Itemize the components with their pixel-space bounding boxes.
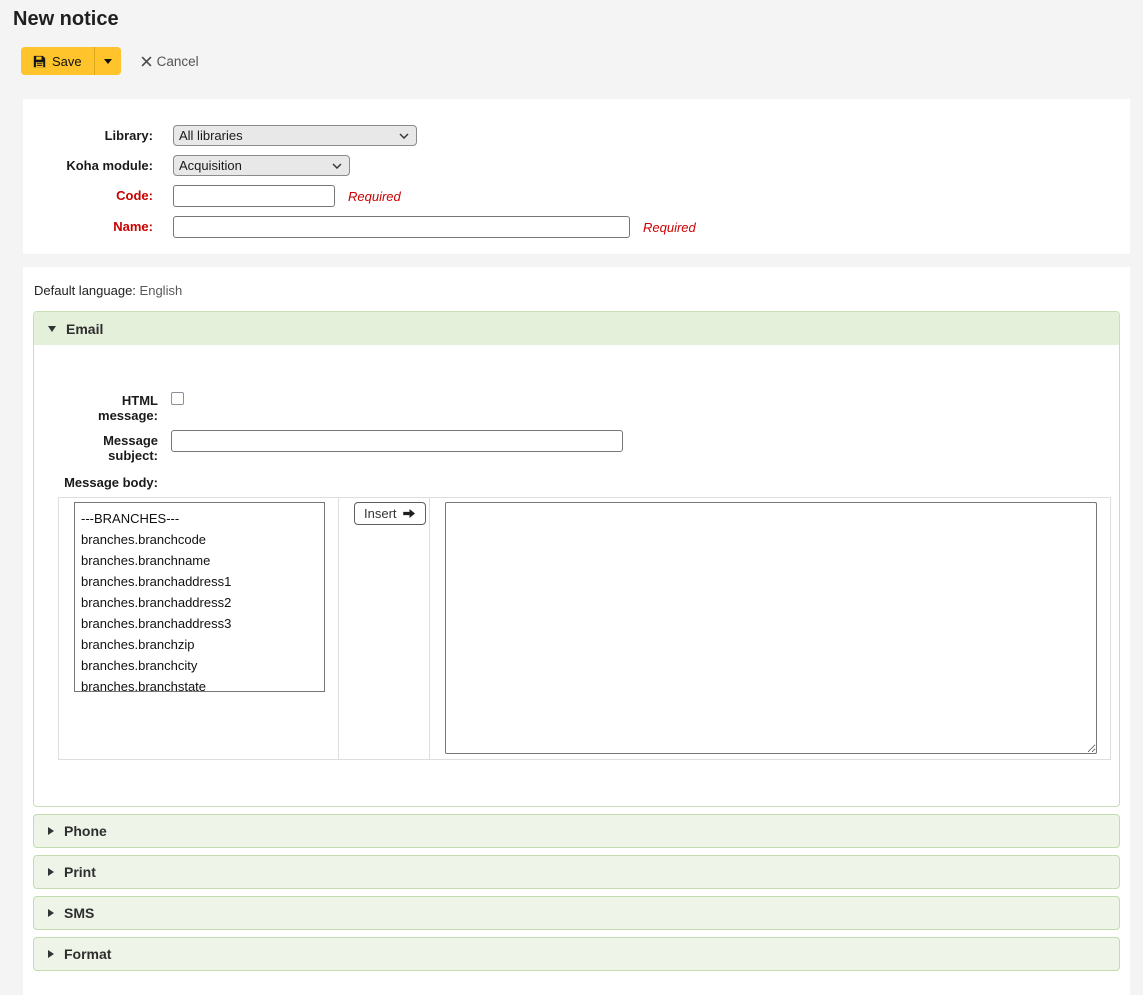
print-accordion-header[interactable]: Print <box>33 855 1120 889</box>
name-label: Name: <box>46 216 153 234</box>
module-label: Koha module: <box>46 155 153 173</box>
message-body-label-row: Message body: <box>60 472 1119 490</box>
field-option[interactable]: branches.branchaddress3 <box>75 613 324 634</box>
html-message-checkbox[interactable] <box>171 392 184 405</box>
module-select-value: Acquisition <box>179 158 242 173</box>
field-option[interactable]: branches.branchzip <box>75 634 324 655</box>
html-message-row: HTML message: <box>60 390 1119 423</box>
message-body-textarea[interactable] <box>445 502 1097 754</box>
library-row: Library: All libraries <box>23 125 1130 146</box>
close-icon <box>141 56 152 67</box>
print-accordion-title: Print <box>64 864 96 880</box>
caret-down-icon <box>48 326 56 332</box>
caret-right-icon <box>48 909 54 917</box>
letters-panel: Default language: English Email HTML mes… <box>23 267 1130 995</box>
code-label: Code: <box>46 185 153 203</box>
caret-right-icon <box>48 827 54 835</box>
name-required-note: Required <box>643 216 696 235</box>
format-accordion-header[interactable]: Format <box>33 937 1120 971</box>
toolbar: Save Cancel <box>21 47 1143 75</box>
default-language-value: English <box>140 283 183 298</box>
body-cell <box>430 498 1111 760</box>
caret-down-icon <box>104 59 112 64</box>
name-input[interactable] <box>173 216 630 238</box>
module-row: Koha module: Acquisition <box>23 155 1130 176</box>
code-input[interactable] <box>173 185 335 207</box>
save-icon <box>33 55 46 68</box>
arrow-right-icon <box>403 508 416 519</box>
code-row: Code: Required <box>23 185 1130 207</box>
library-select[interactable]: All libraries <box>173 125 417 146</box>
save-dropdown-toggle[interactable] <box>94 47 121 75</box>
insert-cell: Insert <box>339 498 430 760</box>
name-row: Name: Required <box>23 216 1130 238</box>
field-option[interactable]: branches.branchaddress2 <box>75 592 324 613</box>
message-body-label: Message body: <box>60 472 158 490</box>
fields-cell: ---BRANCHES--- branches.branchcode branc… <box>59 498 339 760</box>
field-option[interactable]: branches.branchaddress1 <box>75 571 324 592</box>
insert-button-label: Insert <box>364 506 397 521</box>
caret-right-icon <box>48 868 54 876</box>
notice-details-panel: Library: All libraries Koha module: Acqu… <box>23 99 1130 254</box>
insert-button[interactable]: Insert <box>354 502 426 525</box>
save-split-button: Save <box>21 47 121 75</box>
format-accordion-title: Format <box>64 946 111 962</box>
module-select[interactable]: Acquisition <box>173 155 350 176</box>
field-option[interactable]: branches.branchcode <box>75 529 324 550</box>
cancel-label: Cancel <box>157 54 199 69</box>
default-language-label: Default language: <box>34 283 136 298</box>
field-option[interactable]: branches.branchcity <box>75 655 324 676</box>
email-accordion-title: Email <box>66 321 103 337</box>
message-subject-label: Message subject: <box>60 430 158 463</box>
cancel-button[interactable]: Cancel <box>141 54 199 69</box>
save-button-label: Save <box>52 54 82 69</box>
email-accordion: Email HTML message: Message subject: Mes… <box>33 311 1120 807</box>
sms-accordion-title: SMS <box>64 905 94 921</box>
code-required-note: Required <box>348 185 401 204</box>
message-body-table: ---BRANCHES--- branches.branchcode branc… <box>58 497 1111 760</box>
chevron-down-icon <box>399 133 409 139</box>
sms-accordion-header[interactable]: SMS <box>33 896 1120 930</box>
field-option[interactable]: branches.branchstate <box>75 676 324 692</box>
message-subject-input[interactable] <box>171 430 623 452</box>
page-title: New notice <box>13 0 1143 31</box>
email-accordion-header[interactable]: Email <box>34 312 1119 345</box>
field-option[interactable]: ---BRANCHES--- <box>75 508 324 529</box>
save-button[interactable]: Save <box>21 47 94 75</box>
library-select-value: All libraries <box>179 128 243 143</box>
html-message-label: HTML message: <box>60 390 158 423</box>
message-subject-row: Message subject: <box>60 430 1119 463</box>
caret-right-icon <box>48 950 54 958</box>
field-option[interactable]: branches.branchname <box>75 550 324 571</box>
library-label: Library: <box>46 125 153 143</box>
phone-accordion-title: Phone <box>64 823 107 839</box>
default-language-line: Default language: English <box>34 283 1120 298</box>
email-accordion-body: HTML message: Message subject: Message b… <box>34 345 1119 806</box>
chevron-down-icon <box>332 163 342 169</box>
phone-accordion-header[interactable]: Phone <box>33 814 1120 848</box>
fields-listbox[interactable]: ---BRANCHES--- branches.branchcode branc… <box>74 502 325 692</box>
